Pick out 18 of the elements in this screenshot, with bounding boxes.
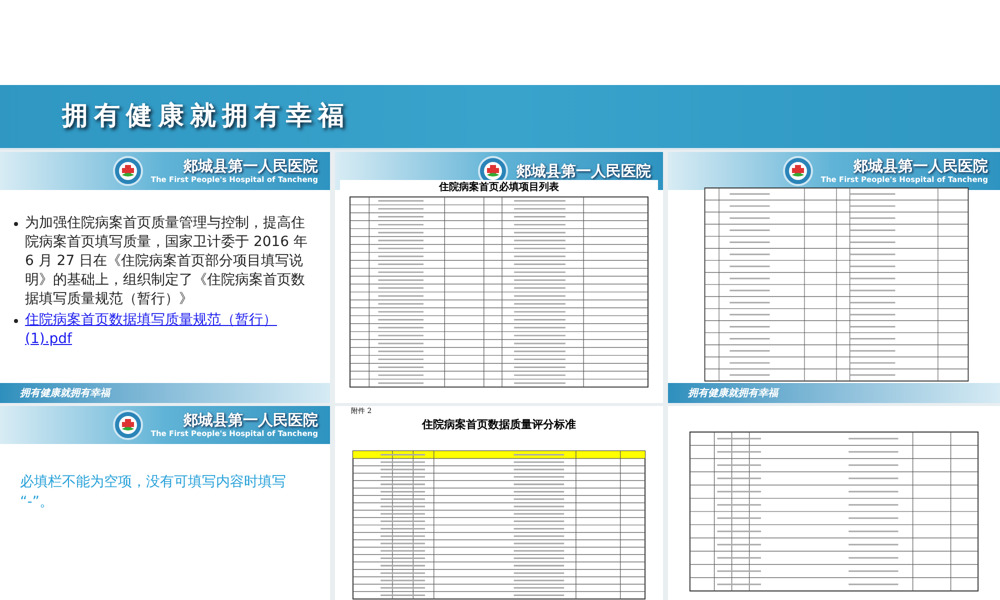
- document-title: 住院病案首页必填项目列表: [439, 180, 559, 195]
- slide-thumbnail[interactable]: 郯城县第一人民医院 住院病案首页必填项目列表: [335, 152, 663, 403]
- hospital-name: 郯城县第一人民医院: [183, 158, 318, 174]
- bullet-icon: [14, 319, 18, 323]
- hospital-logo-icon: [782, 156, 813, 186]
- hospital-logo-icon: [112, 410, 143, 440]
- hospital-name: 郯城县第一人民医院: [853, 158, 988, 174]
- file-link[interactable]: 住院病案首页数据填写质量规范（暂行）(1).pdf: [25, 311, 308, 349]
- hospital-logo-icon: [112, 156, 143, 186]
- footer-text: 拥有健康就拥有幸福: [20, 386, 110, 400]
- bullet-icon: [14, 222, 18, 226]
- document-title: 住院病案首页数据质量评分标准: [422, 416, 576, 432]
- footer-text: 拥有健康就拥有幸福: [688, 386, 778, 400]
- hospital-name: 郯城县第一人民医院: [183, 412, 318, 428]
- banner-title: 拥有健康就拥有幸福: [62, 100, 350, 133]
- hospital-name: 郯城县第一人民医院: [516, 164, 651, 178]
- bullet-text: 为加强住院病案首页质量管理与控制，提高住院病案首页填写质量，国家卫计委于 2016 年 6 月 27 日在《住院病案首页部分项目填写说明》的基础上，组织制定了《住院病案首页数据填写质量规范（暂行）》: [25, 214, 308, 309]
- note-text: 必填栏不能为空项，没有可填写内容时填写 “-”。: [19, 473, 287, 512]
